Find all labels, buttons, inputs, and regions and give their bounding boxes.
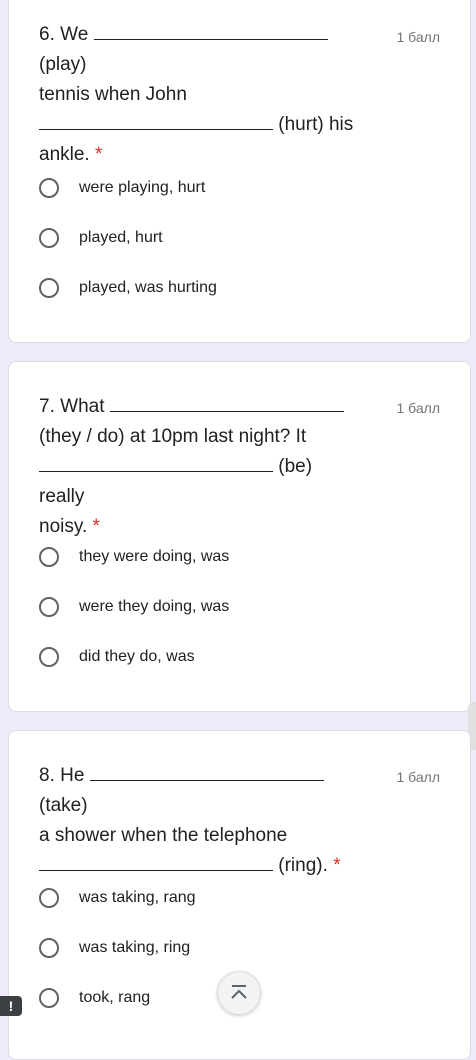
option-7-2[interactable]: were they doing, was bbox=[39, 592, 229, 622]
option-6-3[interactable]: played, was hurting bbox=[39, 273, 217, 303]
blank-line bbox=[39, 111, 273, 130]
blank-line bbox=[39, 852, 273, 871]
scroll-to-top-button[interactable] bbox=[217, 971, 261, 1015]
option-8-1[interactable]: was taking, rang bbox=[39, 883, 196, 913]
option-6-2[interactable]: played, hurt bbox=[39, 223, 163, 253]
radio-button[interactable] bbox=[39, 597, 59, 617]
option-label: did they do, was bbox=[79, 648, 195, 665]
question-fragment: tennis when John bbox=[39, 84, 187, 105]
option-7-3[interactable]: did they do, was bbox=[39, 642, 195, 672]
radio-button[interactable] bbox=[39, 178, 59, 198]
radio-button[interactable] bbox=[39, 647, 59, 667]
blank-line bbox=[93, 21, 328, 40]
points-label: 1 балл bbox=[396, 400, 441, 416]
radio-button[interactable] bbox=[39, 888, 59, 908]
question-fragment: a shower when the telephone bbox=[39, 825, 288, 846]
question-card-6: 6. We (play) tennis when John (hurt) his… bbox=[8, 0, 471, 343]
required-asterisk: * bbox=[94, 144, 103, 165]
option-label: were playing, hurt bbox=[79, 179, 206, 196]
question-text-8: 8. He (take) a shower when the telephone… bbox=[39, 761, 359, 881]
option-label: was taking, rang bbox=[79, 889, 196, 906]
question-text-7: 7. What (they / do) at 10pm last night? … bbox=[39, 392, 359, 542]
option-label: they were doing, was bbox=[79, 548, 230, 565]
chevron-up-double-icon bbox=[231, 985, 247, 999]
question-fragment: (they / do) at 10pm last night? It bbox=[39, 426, 307, 447]
blank-line bbox=[109, 393, 344, 412]
option-label: was taking, ring bbox=[79, 939, 191, 956]
question-number: 8. bbox=[39, 765, 55, 786]
required-asterisk: * bbox=[92, 516, 100, 537]
required-asterisk: * bbox=[333, 855, 341, 876]
question-fragment: (ring). bbox=[278, 855, 328, 876]
question-card-7: 7. What (they / do) at 10pm last night? … bbox=[8, 361, 471, 712]
option-6-1[interactable]: were playing, hurt bbox=[39, 173, 205, 203]
question-fragment: What bbox=[60, 396, 105, 417]
option-8-2[interactable]: was taking, ring bbox=[39, 933, 190, 963]
points-label: 1 балл bbox=[396, 769, 441, 785]
question-text-6: 6. We (play) tennis when John (hurt) his… bbox=[39, 20, 359, 170]
blank-line bbox=[89, 762, 324, 781]
question-number: 6. bbox=[39, 24, 55, 45]
radio-button[interactable] bbox=[39, 547, 59, 567]
option-8-3[interactable]: took, rang bbox=[39, 983, 150, 1013]
question-fragment: (play) bbox=[39, 54, 87, 75]
question-fragment: ankle. bbox=[39, 144, 90, 165]
option-7-1[interactable]: they were doing, was bbox=[39, 542, 229, 572]
option-label: were they doing, was bbox=[79, 598, 230, 615]
question-fragment: We bbox=[60, 24, 89, 45]
option-label: played, hurt bbox=[79, 229, 163, 246]
option-label: played, was hurting bbox=[79, 279, 217, 296]
question-fragment: He bbox=[60, 765, 85, 786]
radio-button[interactable] bbox=[39, 278, 59, 298]
radio-button[interactable] bbox=[39, 988, 59, 1008]
points-label: 1 балл bbox=[396, 29, 441, 45]
radio-button[interactable] bbox=[39, 938, 59, 958]
blank-line bbox=[39, 453, 273, 472]
question-number: 7. bbox=[39, 396, 55, 417]
question-fragment: noisy. bbox=[39, 516, 88, 537]
question-fragment: (take) bbox=[39, 795, 88, 816]
alert-badge-icon[interactable]: ! bbox=[0, 996, 22, 1016]
option-label: took, rang bbox=[79, 989, 151, 1006]
radio-button[interactable] bbox=[39, 228, 59, 248]
question-fragment: (hurt) his bbox=[278, 114, 354, 135]
